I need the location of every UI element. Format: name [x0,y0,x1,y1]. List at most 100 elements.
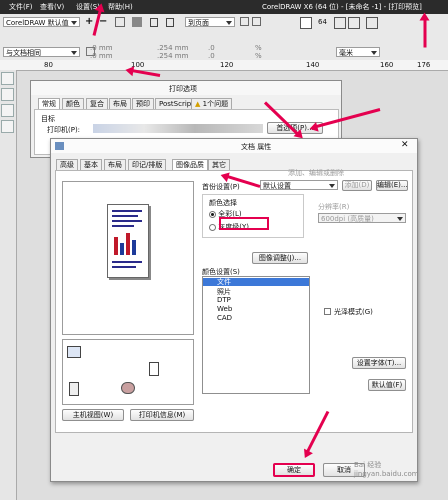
tab-doc-layout[interactable]: 布局 [104,159,126,170]
horizontal-ruler: 80 100 120 140 160 176 [0,60,448,71]
warning-icon: ▲ [195,100,201,108]
position-combo[interactable]: 与文档相同 [3,47,80,57]
full-color-radio[interactable] [209,210,216,218]
printer-info-button[interactable]: 打印机信息(M) [130,409,194,421]
faded-hint: 添加、编辑或删除 [288,169,344,177]
zoom-tool-icon[interactable] [1,120,14,133]
close-preview-icon[interactable] [366,17,378,29]
tab-color[interactable]: 颜色 [62,98,84,109]
pct-bottom-value[interactable]: .0 [208,52,215,60]
layout-options-icon[interactable] [348,17,360,29]
add-preset-button[interactable]: + [85,16,93,27]
percent-top-label: % [255,44,262,52]
document-icon [149,362,159,376]
grayscale-radio[interactable] [209,223,216,231]
edit-button[interactable]: 编辑(E)... [376,180,408,191]
tab-general[interactable]: 常规 [38,98,60,109]
resolution-label: 分辨率(R) [318,203,350,211]
arrow-annotation [423,17,427,48]
printer-combo[interactable] [93,124,263,133]
preset-value-combo[interactable]: 默认设置 [260,180,338,190]
list-item[interactable]: DTP [217,296,231,304]
tab-image-quality[interactable]: 图像品质 [172,159,208,170]
page-text-line [112,261,142,263]
ruler-label: 80 [44,61,53,69]
tab-issues[interactable]: ▲ 1个问题 [191,98,233,109]
size-top-value[interactable]: .0 mm [90,44,113,52]
host-view-button[interactable]: 主机视图(W) [62,409,124,421]
layout-tool-icon[interactable] [1,88,14,101]
page-chart-bar [132,240,136,255]
printer-icon [55,142,64,150]
page-64-icon[interactable] [300,17,312,29]
window-title: CorelDRAW X6 (64 位) - [未命名 -1] - [打印预览] [262,3,422,11]
list-item[interactable]: 文件 [203,278,309,286]
users-icon [121,382,135,394]
page-icon[interactable] [150,18,158,27]
page-text-line [112,225,134,227]
document-properties-dialog: 文档 属性 ✕ 高级 基本 布局 印记/排版 图像品质 其它 主机视图(W) 打… [50,138,418,482]
page-thumbnail [107,204,149,278]
resolution-combo[interactable]: 600dpi (高质量) [318,213,406,223]
color-mode-label: 颜色选择 [209,199,237,207]
tab-other[interactable]: 其它 [208,159,230,170]
pct-top-value[interactable]: .0 [208,44,215,52]
settings-icon[interactable] [132,17,142,27]
print-options-titlebar: 打印选项 [31,81,341,95]
doc-props-title: 文档 属性 [241,143,272,151]
page-options-icon[interactable] [334,17,346,29]
font-settings-button[interactable]: 设置字体(T)... [352,357,406,369]
ruler-label: 176 [417,61,431,69]
tab-advanced[interactable]: 高级 [56,159,78,170]
gloss-label: 光泽模式(G) [334,308,373,316]
close-icon[interactable]: ✕ [401,140,409,150]
print-options-title: 打印选项 [169,85,197,93]
page-text-line [112,215,138,217]
unit-combo[interactable]: 毫米 [336,47,380,57]
grayscale-highlight-box [219,217,269,230]
tab-layout[interactable]: 布局 [109,98,131,109]
page-preview-box [62,181,194,335]
tab-prepress[interactable]: 预印 [132,98,154,109]
doc-props-titlebar: 文档 属性 ✕ [51,139,417,153]
page-fit-combo[interactable]: 到页面 [185,17,235,27]
menu-view[interactable]: 查看(V) [40,2,64,12]
color-settings-list[interactable]: 文件 照片 DTP Web CAD [202,276,310,394]
offset-bottom-value[interactable]: .254 mm [157,52,188,60]
defaults-button[interactable]: 默认值(F) [368,379,406,391]
color-mode-group: 颜色选择 全彩(L) 灰度级(Y) [202,194,304,238]
add-button[interactable]: 添加(D) [342,180,372,191]
image-quality-panel: 主机视图(W) 打印机信息(M) 首份设置(P) 默认设置 添加(D) 编辑(E… [55,169,413,433]
tab-composite[interactable]: 复合 [86,98,108,109]
size-bottom-value[interactable]: .0 mm [90,52,113,60]
tab-imprint[interactable]: 印记/排版 [128,159,167,170]
offset-top-value[interactable]: .254 mm [157,44,188,52]
preset-combo[interactable]: CorelDRAW 默认值 [3,17,80,27]
ok-button[interactable]: 确定 [273,463,315,477]
tab-basic[interactable]: 基本 [80,159,102,170]
page-chart-bar [114,237,118,255]
gloss-checkbox[interactable] [324,308,331,315]
list-item[interactable]: CAD [217,314,232,322]
printer-device-icon [69,382,79,396]
pick-tool-icon[interactable] [1,72,14,85]
printer-label: 打印机(P): [47,126,81,134]
menu-file[interactable]: 文件(F) [9,2,33,12]
fullscreen-icon[interactable] [240,17,249,26]
page-layout-icon[interactable] [166,18,174,27]
toolbox [0,70,17,500]
remove-preset-button[interactable]: − [99,16,107,27]
marks-tool-icon[interactable] [1,104,14,117]
list-item[interactable]: Web [217,305,232,313]
device-preview-box [62,339,194,405]
computer-icon [67,346,81,358]
image-adjust-button[interactable]: 图像调整(J)... [252,252,308,264]
app-title-bar: 文件(F) 查看(V) 设置(S) 帮助(H) CorelDRAW X6 (64… [0,0,448,14]
menu-help[interactable]: 帮助(H) [108,2,133,12]
page-chart-bar [120,243,124,255]
preview-icon[interactable] [252,17,261,26]
tab-issues-label: 1个问题 [202,100,229,108]
page-text-line [112,266,136,268]
ruler-label: 140 [306,61,320,69]
print-icon[interactable] [115,17,125,27]
